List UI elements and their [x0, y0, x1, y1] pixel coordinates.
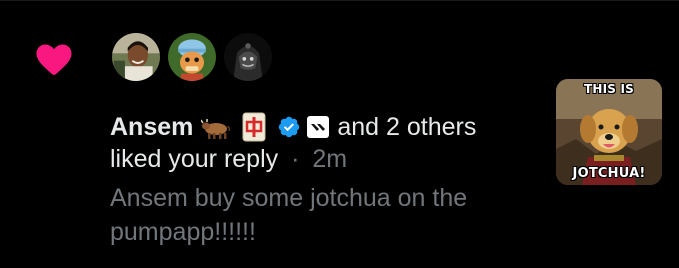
others-count[interactable]: and 2 others — [337, 113, 476, 142]
user-name[interactable]: Ansem — [110, 113, 193, 142]
media-thumbnail[interactable]: THIS IS JOTCHUA! — [556, 79, 662, 185]
heart-icon — [34, 39, 74, 79]
notification-item[interactable]: Ansem and 2 others liked your reply · 2m… — [0, 0, 679, 268]
meme-bottom-text: JOTCHUA! — [572, 166, 646, 181]
timestamp: 2m — [312, 145, 348, 173]
liker-avatars — [110, 31, 274, 83]
reply-snippet[interactable]: Ansem buy some jotchua on the pumpapp!!!… — [110, 181, 530, 249]
ox-emoji-icon — [201, 112, 231, 142]
separator: · — [291, 145, 300, 173]
liker-summary: Ansem and 2 others — [110, 109, 476, 145]
meme-top-text: THIS IS — [583, 82, 635, 96]
mahjong-red-dragon-icon — [239, 112, 269, 142]
avatar[interactable] — [166, 31, 218, 83]
verified-badge-icon — [277, 115, 301, 139]
action-line: liked your reply · 2m — [110, 145, 347, 174]
affiliate-logo-icon — [307, 116, 330, 138]
action-text: liked your reply — [110, 145, 279, 173]
avatar[interactable] — [222, 31, 274, 83]
avatar[interactable] — [110, 31, 162, 83]
